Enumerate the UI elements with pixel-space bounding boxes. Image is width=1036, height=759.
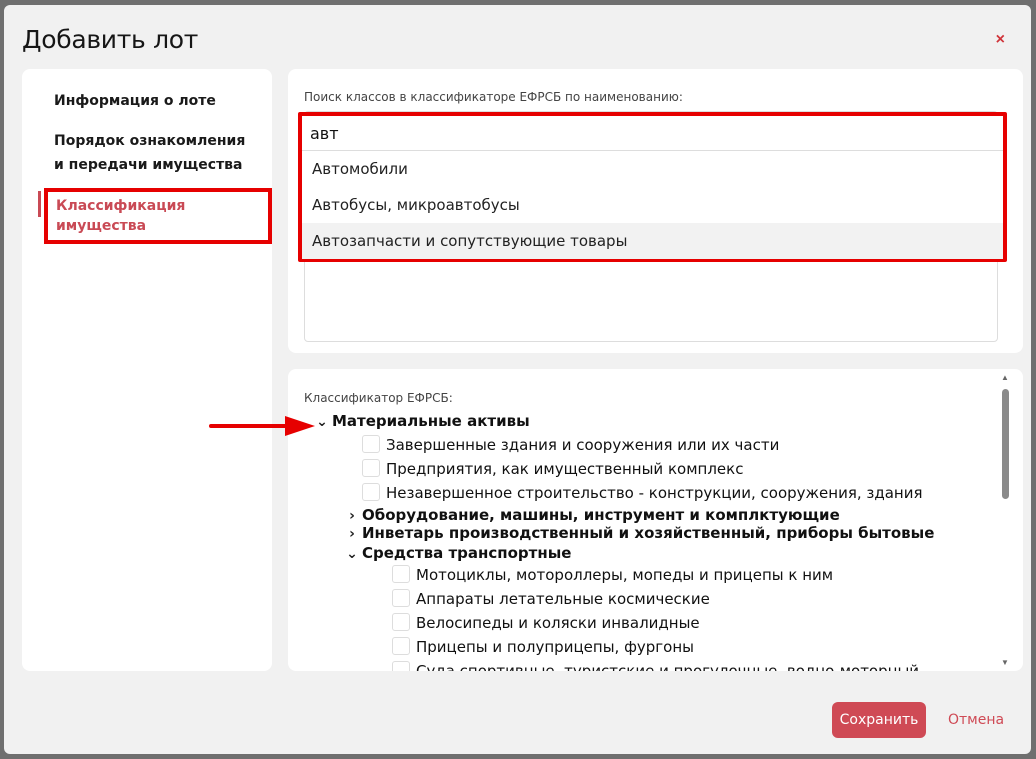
tree-leaf-label: Прицепы и полуприцепы, фургоны	[416, 638, 695, 656]
checkbox[interactable]	[362, 459, 380, 477]
cancel-button[interactable]: Отмена	[948, 702, 1004, 738]
tree-leaf-label: Велосипеды и коляски инвалидные	[416, 614, 700, 632]
search-highlight-frame: Автомобили Автобусы, микроавтобусы Автоз…	[298, 112, 1007, 262]
checkbox[interactable]	[392, 613, 410, 631]
sidebar: Информация о лоте Порядок ознакомления и…	[22, 69, 272, 671]
tree-leaf-label: Завершенные здания и сооружения или их ч…	[386, 436, 780, 454]
tree-node-label: Инветарь производственный и хозяйственны…	[362, 524, 935, 542]
tree-leaf: Суда спортивные, туристские и прогулочны…	[392, 659, 919, 671]
dropdown-item-auto-parts[interactable]: Автозапчасти и сопутствующие товары	[302, 223, 1003, 259]
scroll-down-icon[interactable]: ▼	[999, 658, 1011, 667]
sidebar-item-inspection-order[interactable]: Порядок ознакомления и передачи имуществ…	[54, 129, 254, 177]
tree-leaf-label: Суда спортивные, туристские и прогулочны…	[416, 662, 920, 671]
checkbox[interactable]	[362, 435, 380, 453]
tree-leaf: Незавершенное строительство - конструкци…	[362, 481, 923, 505]
annotation-arrow-icon	[209, 416, 315, 436]
tree-leaf: Аппараты летательные космические	[392, 587, 710, 611]
scrollbar[interactable]: ▲ ▼	[999, 373, 1011, 667]
tree-leaf: Завершенные здания и сооружения или их ч…	[362, 433, 779, 457]
modal-title: Добавить лот	[22, 25, 199, 54]
tree-leaf: Велосипеды и коляски инвалидные	[392, 611, 700, 635]
dropdown-item-buses[interactable]: Автобусы, микроавтобусы	[302, 187, 1003, 223]
dropdown-item-cars[interactable]: Автомобили	[302, 151, 1003, 187]
tree-leaf-label: Мотоциклы, мотороллеры, мопеды и прицепы…	[416, 566, 834, 584]
add-lot-modal: Добавить лот × Информация о лоте Порядок…	[4, 5, 1031, 754]
search-panel: Поиск классов в классификаторе ЕФРСБ по …	[288, 69, 1023, 353]
checkbox[interactable]	[392, 637, 410, 655]
scroll-up-icon[interactable]: ▲	[999, 373, 1011, 382]
classifier-label: Классификатор ЕФРСБ:	[304, 391, 453, 405]
tree-node-transport: ⌄ Средства транспортные	[342, 541, 571, 565]
save-button[interactable]: Сохранить	[832, 702, 926, 738]
tree-leaf-label: Аппараты летательные космические	[416, 590, 710, 608]
tree-leaf: Предприятия, как имущественный комплекс	[362, 457, 743, 481]
checkbox[interactable]	[392, 589, 410, 607]
sidebar-item-lot-info[interactable]: Информация о лоте	[54, 89, 216, 113]
tree-leaf: Мотоциклы, мотороллеры, мопеды и прицепы…	[392, 563, 833, 587]
tree-node-label: Материальные активы	[332, 412, 530, 430]
checkbox[interactable]	[392, 565, 410, 583]
tree-node-label: Средства транспортные	[362, 544, 572, 562]
chevron-down-icon[interactable]: ⌄	[342, 542, 362, 566]
tree-leaf-label: Незавершенное строительство - конструкци…	[386, 484, 923, 502]
search-input[interactable]	[306, 118, 996, 148]
search-label: Поиск классов в классификаторе ЕФРСБ по …	[304, 90, 683, 104]
active-indicator	[38, 191, 41, 217]
tree-leaf-label: Предприятия, как имущественный комплекс	[386, 460, 744, 478]
classifier-panel: Классификатор ЕФРСБ: ⌄ Материальные актив…	[288, 369, 1023, 671]
checkbox[interactable]	[392, 661, 410, 671]
scrollbar-thumb[interactable]	[1002, 389, 1009, 499]
close-icon[interactable]: ×	[996, 31, 1005, 49]
sidebar-item-property-classification[interactable]: Классификация имущества	[44, 188, 272, 244]
tree-leaf: Прицепы и полуприцепы, фургоны	[392, 635, 694, 659]
checkbox[interactable]	[362, 483, 380, 501]
tree-node-material-assets: ⌄ Материальные активы	[312, 409, 530, 433]
search-dropdown: Автомобили Автобусы, микроавтобусы Автоз…	[302, 150, 1003, 259]
